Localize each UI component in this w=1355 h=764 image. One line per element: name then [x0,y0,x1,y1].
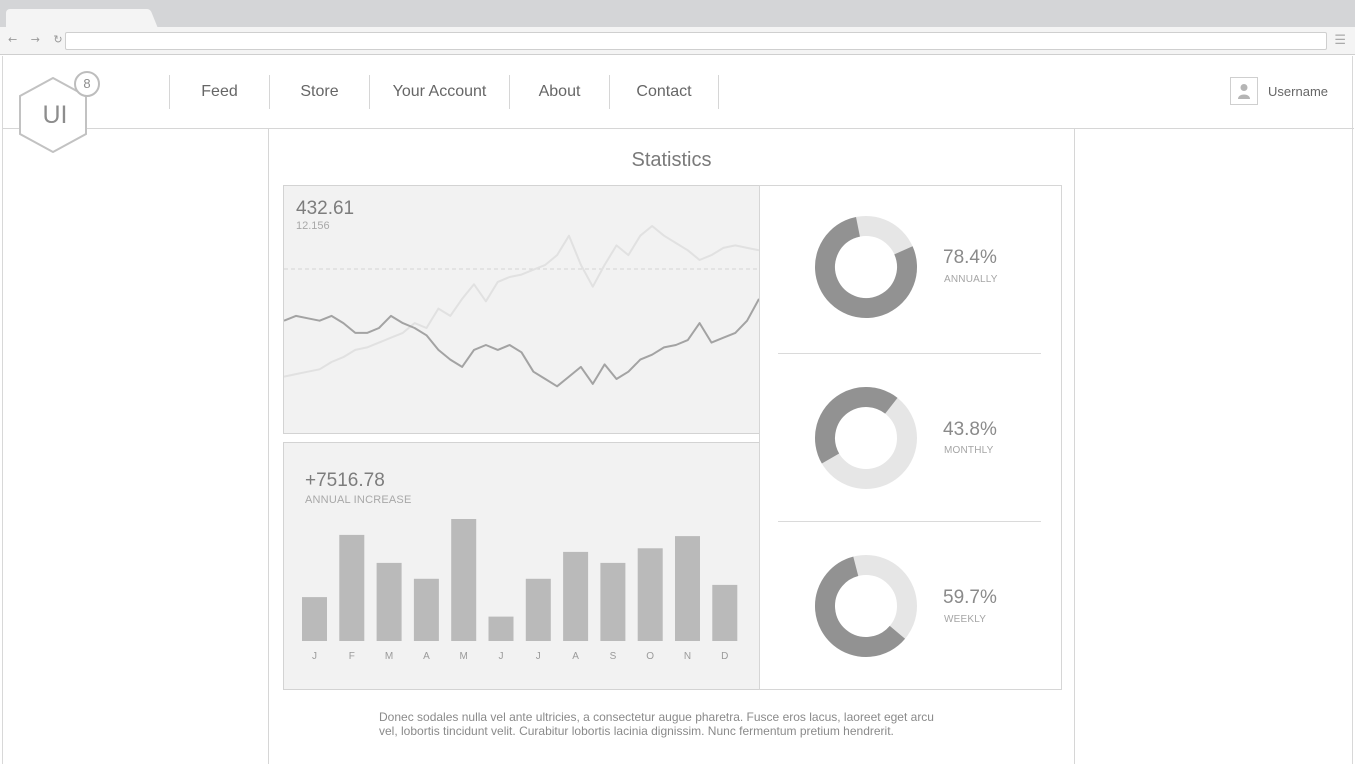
line-chart-subvalue: 12.156 [296,220,330,232]
bar-chart-panel: J F M A M J J A S O N D +7516.78 ANNUAL INCREASE [283,442,760,690]
bar-tick-label: J [536,651,541,662]
donut-row-weekly: 59.7% WEEKLY [760,524,1061,692]
donut-chart-weekly [815,555,917,657]
donut-row-monthly: 43.8% MONTHLY [760,356,1061,524]
line-chart-value: 432.61 [296,198,355,219]
bar-m-2 [376,562,402,641]
divider [778,353,1041,354]
logo-text: UI [42,101,68,129]
nav-item-feed[interactable]: Feed [169,75,269,109]
bar-tick-label: M [460,651,468,662]
bar-tick-label: N [684,651,691,662]
bar-m-4 [451,519,477,641]
user-icon [1238,84,1251,99]
browser-tabstrip [0,0,1355,28]
line-chart [284,225,759,388]
browser-toolbar: ← → ↻ ☰ [0,27,1355,55]
bar-tick-label: J [499,651,504,662]
donut-label-weekly: WEEKLY [944,614,987,625]
user-menu[interactable]: Username [1230,77,1328,105]
description-paragraph: Donec sodales nulla vel ante ultricies, … [379,710,934,738]
address-bar[interactable] [65,32,1327,50]
bar-tick-label: A [572,651,579,662]
bar-f-1 [339,534,365,641]
bar-chart-label: ANNUAL INCREASE [305,494,412,506]
browser-menu-icon[interactable]: ☰ [1334,33,1346,48]
bar-d-11 [712,584,738,641]
browser-nav-icons[interactable]: ← → ↻ [8,33,68,46]
main-nav: Feed Store Your Account About Contact [169,75,719,109]
donut-chart-monthly [815,387,917,490]
page: UI 8 Feed Store Your Account About Conta… [2,56,1354,764]
bar-tick-label: D [721,651,728,662]
donut-label-monthly: MONTHLY [944,445,994,456]
bar-tick-label: F [349,651,355,662]
nav-item-about[interactable]: About [509,75,609,109]
bar-a-7 [563,551,589,641]
bar-tick-label: O [646,651,654,662]
main-content: Statistics 432.61 12.156 J F M A M J J A S O N D +7… [268,129,1075,764]
divider [778,521,1041,522]
bar-chart-value: +7516.78 [305,470,385,491]
bar-o-9 [637,548,663,641]
bar-a-3 [413,578,439,641]
bar-n-10 [675,536,700,641]
line-series-1 [284,298,759,388]
donut-percent-weekly: 59.7% [943,587,997,608]
page-title: Statistics [631,149,712,171]
avatar[interactable] [1230,77,1259,105]
site-header: UI 8 Feed Store Your Account About Conta… [3,56,1354,154]
donut-panel: 78.4% ANNUALLY 43.8% MONTHLY 59.7% WEEKL… [759,185,1062,690]
nav-item-store[interactable]: Store [269,75,369,109]
donut-row-annually: 78.4% ANNUALLY [760,186,1061,354]
nav-item-your-account[interactable]: Your Account [369,75,509,109]
donut-percent-annually: 78.4% [943,247,997,268]
line-chart-panel: 432.61 12.156 [283,185,760,434]
donut-label-annually: ANNUALLY [944,274,998,285]
logo[interactable]: UI 8 [19,71,100,154]
bar-tick-label: J [312,651,317,662]
notification-badge[interactable]: 8 [74,71,100,97]
bar-tick-label: M [385,651,393,662]
donut-percent-monthly: 43.8% [943,419,997,440]
username[interactable]: Username [1268,84,1328,99]
bar-tick-label: S [610,651,617,662]
bar-j-6 [525,578,551,641]
bar-tick-label: A [423,651,430,662]
nav-item-contact[interactable]: Contact [609,75,719,109]
bar-s-8 [600,562,626,641]
browser-tab[interactable] [6,9,146,28]
bar-j-0 [302,597,327,641]
bar-j-5 [488,616,514,641]
donut-chart-annually [815,216,917,318]
